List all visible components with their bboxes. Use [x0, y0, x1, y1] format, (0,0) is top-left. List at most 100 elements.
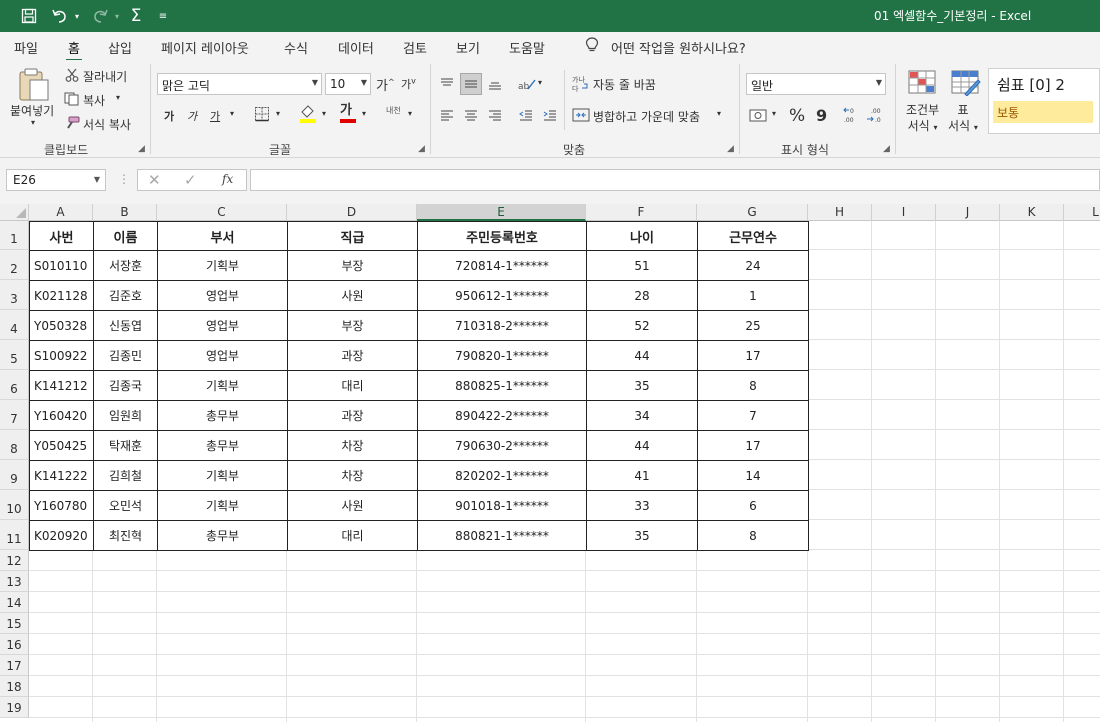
- align-middle-icon[interactable]: [460, 73, 482, 95]
- table-cell[interactable]: 28: [586, 280, 698, 311]
- enter-check-icon[interactable]: ✓: [184, 171, 197, 189]
- paste-button[interactable]: 붙여넣기: [10, 102, 54, 119]
- paste-icon[interactable]: [14, 68, 52, 105]
- table-cell[interactable]: 김종민: [93, 340, 158, 371]
- tell-me-search[interactable]: 어떤 작업을 원하시나요?: [585, 37, 746, 57]
- insert-function-button[interactable]: fx: [222, 172, 233, 186]
- align-left-icon[interactable]: [437, 106, 457, 126]
- table-cell[interactable]: 총무부: [157, 430, 288, 461]
- table-cell[interactable]: 차장: [287, 430, 418, 461]
- table-cell[interactable]: 950612-1******: [417, 280, 587, 311]
- table-cell[interactable]: 44: [586, 340, 698, 371]
- fill-color-dropdown-icon[interactable]: ▾: [322, 109, 326, 118]
- row-header-12[interactable]: 12: [0, 550, 29, 571]
- column-header-k[interactable]: K: [1000, 204, 1064, 221]
- table-cell[interactable]: 임원희: [93, 400, 158, 431]
- table-cell[interactable]: 880825-1******: [417, 370, 587, 401]
- grow-font-button[interactable]: 가^: [376, 75, 395, 94]
- row-header-6[interactable]: 6: [0, 370, 29, 400]
- row-header-11[interactable]: 11: [0, 520, 29, 550]
- row-header-13[interactable]: 13: [0, 571, 29, 592]
- align-top-icon[interactable]: [437, 74, 457, 94]
- table-header-cell[interactable]: 사번: [29, 221, 94, 251]
- redo-dropdown-icon[interactable]: ▾: [112, 5, 122, 27]
- table-cell[interactable]: 17: [697, 430, 809, 461]
- table-cell[interactable]: Y160420: [29, 400, 94, 431]
- number-format-select[interactable]: 일반 ▼: [746, 73, 886, 95]
- table-cell[interactable]: 8: [697, 520, 809, 551]
- undo-dropdown-icon[interactable]: ▾: [72, 5, 82, 27]
- style-comma-0-2[interactable]: 쉼표 [0] 2: [997, 74, 1065, 95]
- paste-dropdown-icon[interactable]: ▾: [31, 118, 35, 127]
- row-header-9[interactable]: 9: [0, 460, 29, 490]
- table-cell[interactable]: Y050328: [29, 310, 94, 341]
- increase-decimal-icon[interactable]: 0.00: [843, 106, 861, 127]
- table-cell[interactable]: 51: [586, 250, 698, 281]
- table-cell[interactable]: 710318-2******: [417, 310, 587, 341]
- table-cell[interactable]: 41: [586, 460, 698, 491]
- table-cell[interactable]: S010110: [29, 250, 94, 281]
- table-cell[interactable]: 영업부: [157, 280, 288, 311]
- select-all-corner[interactable]: [0, 204, 29, 221]
- phonetic-dropdown-icon[interactable]: ▾: [408, 109, 412, 118]
- row-header-19[interactable]: 19: [0, 697, 29, 718]
- accounting-format-icon[interactable]: [749, 107, 769, 126]
- table-cell[interactable]: 33: [586, 490, 698, 521]
- orientation-icon[interactable]: ab: [516, 74, 538, 94]
- table-cell[interactable]: S100922: [29, 340, 94, 371]
- table-cell[interactable]: K141212: [29, 370, 94, 401]
- borders-icon[interactable]: [254, 106, 270, 125]
- customize-icon[interactable]: ≡: [156, 5, 170, 27]
- column-header-g[interactable]: G: [697, 204, 808, 221]
- cancel-icon[interactable]: ✕: [148, 171, 161, 189]
- table-cell[interactable]: 720814-1******: [417, 250, 587, 281]
- table-cell[interactable]: 8: [697, 370, 809, 401]
- formula-input[interactable]: [250, 169, 1100, 191]
- tab-page-layout[interactable]: 페이지 레이아웃: [161, 38, 249, 57]
- tab-insert[interactable]: 삽입: [108, 38, 132, 57]
- borders-dropdown-icon[interactable]: ▾: [276, 109, 280, 118]
- format-as-table-button[interactable]: 표 서식 ▾: [948, 102, 978, 136]
- column-header-i[interactable]: I: [872, 204, 936, 221]
- table-cell[interactable]: 14: [697, 460, 809, 491]
- table-header-cell[interactable]: 주민등록번호: [417, 221, 587, 251]
- table-cell[interactable]: 차장: [287, 460, 418, 491]
- table-cell[interactable]: 기획부: [157, 250, 288, 281]
- row-header-1[interactable]: 1: [0, 221, 29, 250]
- orientation-dropdown-icon[interactable]: ▾: [538, 78, 542, 87]
- table-cell[interactable]: 총무부: [157, 520, 288, 551]
- increase-indent-icon[interactable]: [540, 106, 560, 126]
- column-header-b[interactable]: B: [93, 204, 157, 221]
- table-cell[interactable]: 35: [586, 370, 698, 401]
- decrease-decimal-icon[interactable]: .00.0: [866, 106, 884, 127]
- column-header-e[interactable]: E: [417, 204, 586, 221]
- row-header-3[interactable]: 3: [0, 280, 29, 310]
- font-color-dropdown-icon[interactable]: ▾: [362, 109, 366, 118]
- table-cell[interactable]: 7: [697, 400, 809, 431]
- align-right-icon[interactable]: [485, 106, 505, 126]
- table-cell[interactable]: 35: [586, 520, 698, 551]
- column-header-d[interactable]: D: [287, 204, 417, 221]
- column-header-c[interactable]: C: [157, 204, 287, 221]
- table-cell[interactable]: 대리: [287, 370, 418, 401]
- table-cell[interactable]: 6: [697, 490, 809, 521]
- tab-help[interactable]: 도움말: [509, 38, 545, 57]
- font-launcher-icon[interactable]: ◢: [418, 144, 425, 154]
- table-cell[interactable]: 부장: [287, 250, 418, 281]
- row-header-7[interactable]: 7: [0, 400, 29, 430]
- underline-button[interactable]: 가: [210, 108, 220, 124]
- table-cell[interactable]: Y160780: [29, 490, 94, 521]
- table-cell[interactable]: 김준호: [93, 280, 158, 311]
- table-cell[interactable]: 과장: [287, 400, 418, 431]
- table-header-cell[interactable]: 근무연수: [697, 221, 809, 251]
- wrap-text-button[interactable]: 자동 줄 바꿈: [593, 76, 656, 93]
- table-cell[interactable]: 기획부: [157, 370, 288, 401]
- style-neutral[interactable]: 보통: [993, 101, 1093, 123]
- undo-icon[interactable]: [48, 5, 72, 27]
- table-cell[interactable]: 25: [697, 310, 809, 341]
- table-cell[interactable]: K020920: [29, 520, 94, 551]
- table-cell[interactable]: 김희철: [93, 460, 158, 491]
- table-cell[interactable]: 44: [586, 430, 698, 461]
- table-cell[interactable]: 영업부: [157, 310, 288, 341]
- align-bottom-icon[interactable]: [485, 74, 505, 94]
